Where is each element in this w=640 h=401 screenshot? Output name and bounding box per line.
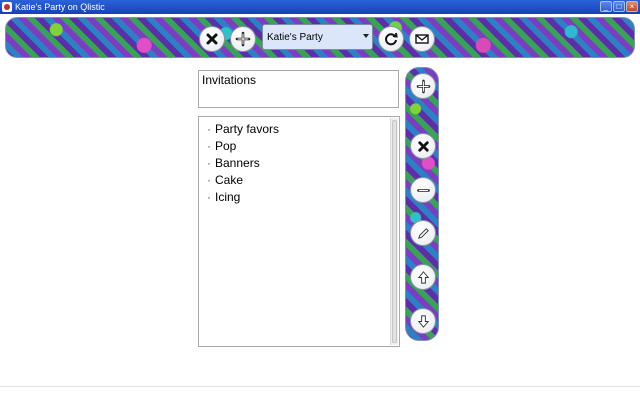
list-item-label: Pop bbox=[215, 139, 237, 153]
list-item-label: Party favors bbox=[215, 122, 280, 136]
arrow-down-icon bbox=[417, 314, 429, 328]
remove-item-button[interactable] bbox=[410, 177, 436, 203]
bullet: · bbox=[207, 139, 211, 153]
plus-icon bbox=[235, 31, 251, 47]
email-button[interactable] bbox=[409, 26, 435, 52]
list-item-label: Banners bbox=[215, 156, 260, 170]
list-selector[interactable]: Katie's Party bbox=[262, 24, 373, 50]
list-item[interactable]: · Pop bbox=[207, 138, 399, 155]
item-toolbar bbox=[405, 67, 439, 341]
bullet: · bbox=[207, 156, 211, 170]
refresh-icon bbox=[385, 32, 398, 46]
window-title-bar: Katie's Party on Qlistic _ □ × bbox=[0, 0, 640, 14]
add-item-button[interactable] bbox=[410, 73, 436, 99]
refresh-button[interactable] bbox=[378, 26, 404, 52]
bullet: · bbox=[207, 173, 211, 187]
plus-icon bbox=[416, 79, 430, 93]
envelope-icon bbox=[415, 34, 429, 44]
window-controls: _ □ × bbox=[600, 1, 638, 12]
close-icon bbox=[206, 33, 218, 45]
status-area bbox=[0, 386, 640, 401]
minimize-button[interactable]: _ bbox=[600, 1, 612, 12]
maximize-button[interactable]: □ bbox=[613, 1, 625, 12]
list-item[interactable]: · Icing bbox=[207, 189, 399, 206]
bullet: · bbox=[207, 122, 211, 136]
list-item[interactable]: · Party favors bbox=[207, 121, 399, 138]
list-title[interactable]: Invitations bbox=[198, 70, 399, 108]
list-item-label: Cake bbox=[215, 173, 244, 187]
move-up-button[interactable] bbox=[410, 264, 436, 290]
edit-item-button[interactable] bbox=[410, 220, 436, 246]
vertical-scrollbar[interactable] bbox=[390, 118, 398, 345]
window-close-button[interactable]: × bbox=[626, 1, 638, 12]
window-title: Katie's Party on Qlistic bbox=[15, 2, 105, 12]
add-list-button[interactable] bbox=[230, 26, 256, 52]
pencil-icon bbox=[417, 227, 429, 239]
move-down-button[interactable] bbox=[410, 308, 436, 334]
top-toolbar: Katie's Party bbox=[5, 17, 635, 58]
delete-list-button[interactable] bbox=[199, 26, 225, 52]
item-list[interactable]: · Party favors · Pop · Banners · Cake · Icing bbox=[198, 116, 400, 347]
scrollbar-thumb[interactable] bbox=[392, 120, 397, 343]
minus-icon bbox=[416, 188, 430, 192]
list-item[interactable]: · Banners bbox=[207, 155, 399, 172]
arrow-up-icon bbox=[417, 270, 429, 284]
list-item-label: Icing bbox=[215, 190, 241, 204]
chevron-down-icon bbox=[363, 34, 369, 38]
close-icon bbox=[417, 140, 429, 152]
app-icon bbox=[2, 2, 12, 12]
bullet: · bbox=[207, 190, 211, 204]
list-selector-value: Katie's Party bbox=[267, 31, 323, 43]
delete-item-button[interactable] bbox=[410, 133, 436, 159]
list-item[interactable]: · Cake bbox=[207, 172, 399, 189]
